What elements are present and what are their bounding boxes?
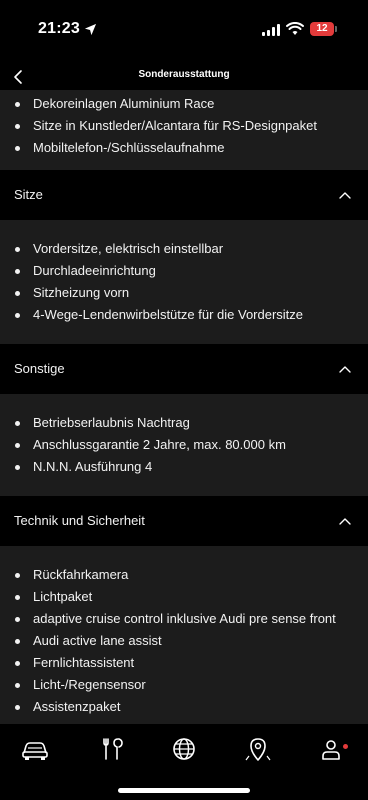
list-item: Vordersitze, elektrisch einstellbar: [0, 238, 368, 260]
cellular-signal-icon: [262, 24, 280, 36]
map-pin-icon: [245, 738, 271, 761]
list-item: adaptive cruise control inklusive Audi p…: [0, 608, 368, 630]
tab-vehicle[interactable]: [20, 736, 50, 762]
page-title: Sonderausstattung: [138, 69, 230, 80]
list-item: Licht-/Regensensor: [0, 674, 368, 696]
section-title: Technik und Sicherheit: [14, 513, 145, 528]
section-list-sonstige: Betriebserlaubnis Nachtrag Anschlussgara…: [0, 394, 368, 496]
tab-bar: [0, 724, 368, 800]
list-item: Sitze in Kunstleder/Alcantara für RS-Des…: [0, 115, 368, 137]
chevron-up-icon[interactable]: [338, 364, 352, 374]
chevron-up-icon[interactable]: [338, 190, 352, 200]
section-header-sitze[interactable]: Sitze: [0, 170, 368, 220]
section-header-sonstige[interactable]: Sonstige: [0, 344, 368, 394]
list-item: Audi active lane assist: [0, 630, 368, 652]
navigation-bar: Sonderausstattung: [0, 60, 368, 90]
globe-icon: [173, 738, 195, 760]
list-item: Durchladeeinrichtung: [0, 260, 368, 282]
location-arrow-icon: [84, 23, 97, 36]
list-item: Sitzheizung vorn: [0, 282, 368, 304]
status-bar: 21:23 12: [0, 0, 368, 60]
section-list-technik: Rückfahrkamera Lichtpaket adaptive cruis…: [0, 546, 368, 724]
equipment-list[interactable]: Dekoreinlagen Aluminium Race Sitze in Ku…: [0, 90, 368, 724]
tab-profile[interactable]: [317, 736, 348, 762]
battery-icon: 12: [310, 22, 334, 36]
section-list-design: Dekoreinlagen Aluminium Race Sitze in Ku…: [0, 90, 368, 170]
list-item: Dekoreinlagen Aluminium Race: [0, 93, 368, 115]
home-indicator[interactable]: [118, 788, 250, 793]
status-time: 21:23: [38, 20, 80, 37]
section-title: Sonstige: [14, 361, 65, 376]
section-list-sitze: Vordersitze, elektrisch einstellbar Durc…: [0, 220, 368, 344]
list-item: Mobiltelefon-/Schlüsselaufnahme: [0, 137, 368, 159]
section-header-technik[interactable]: Technik und Sicherheit: [0, 496, 368, 546]
list-item: Lichtpaket: [0, 586, 368, 608]
chevron-up-icon[interactable]: [338, 516, 352, 526]
list-item: Anschlussgarantie 2 Jahre, max. 80.000 k…: [0, 434, 368, 456]
tools-icon: [103, 738, 123, 760]
list-item: 4-Wege-Lendenwirbelstütze für die Vorder…: [0, 304, 368, 326]
list-item: Assistenzpaket: [0, 696, 368, 718]
battery-cap: [335, 26, 337, 32]
notification-badge: [343, 744, 348, 749]
wifi-icon: [286, 22, 304, 35]
list-item: Fernlichtassistent: [0, 652, 368, 674]
car-icon: [22, 742, 48, 760]
section-title: Sitze: [14, 187, 43, 202]
tab-service[interactable]: [97, 736, 127, 762]
tab-map[interactable]: [243, 736, 273, 762]
user-icon: [322, 740, 340, 760]
list-item: Rückfahrkamera: [0, 564, 368, 586]
list-item: Betriebserlaubnis Nachtrag: [0, 412, 368, 434]
tab-explore[interactable]: [169, 736, 199, 762]
list-item: N.N.N. Ausführung 4: [0, 456, 368, 478]
